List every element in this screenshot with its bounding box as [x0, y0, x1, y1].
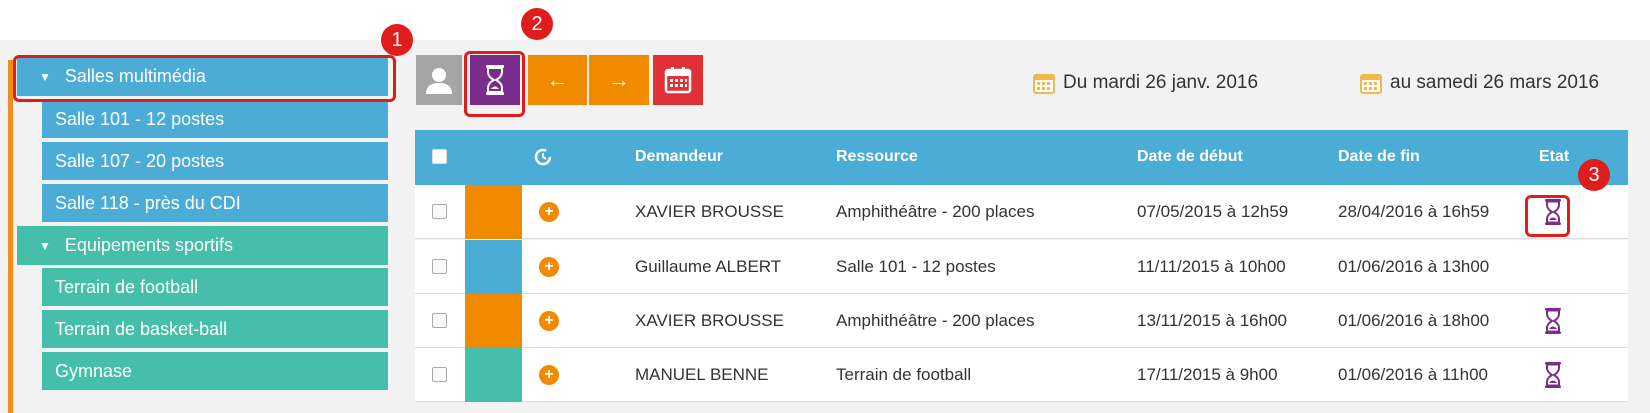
sidebar-item-salle-118[interactable]: Salle 118 - près du CDI	[42, 184, 388, 222]
sidebar-item-label: Salle 101 - 12 postes	[55, 108, 225, 129]
cell-date-debut: 13/11/2015 à 16h00	[1137, 311, 1287, 330]
cell-ressource: Amphithéâtre - 200 places	[836, 202, 1035, 221]
resource-color-swatch	[465, 240, 522, 294]
annotation-highlight-2	[464, 51, 525, 117]
resource-color-swatch	[465, 348, 522, 402]
history-icon	[534, 148, 552, 166]
column-header-ressource[interactable]: Ressource	[836, 148, 918, 166]
sidebar-item-terrain-basket[interactable]: Terrain de basket-ball	[42, 310, 388, 348]
sidebar-item-gymnase[interactable]: Gymnase	[42, 352, 388, 390]
sidebar-category-label: Equipements sportifs	[64, 235, 233, 255]
date-from-range[interactable]: Du mardi 26 janv. 2016	[1033, 72, 1258, 94]
date-to-label: au samedi 26 mars 2016	[1390, 72, 1600, 93]
arrow-right-icon: →	[608, 67, 630, 92]
expand-plus-icon[interactable]: +	[539, 365, 559, 385]
user-icon	[426, 68, 452, 94]
column-header-date-fin[interactable]: Date de fin	[1338, 148, 1420, 166]
cell-demandeur: XAVIER BROUSSE	[635, 202, 784, 221]
sidebar-item-label: Terrain de basket-ball	[55, 318, 228, 339]
table-row[interactable]: + XAVIER BROUSSE Amphithéâtre - 200 places…	[415, 185, 1628, 239]
select-all-checkbox[interactable]	[432, 149, 447, 164]
column-header-date-debut[interactable]: Date de début	[1137, 148, 1243, 166]
user-filter-button[interactable]	[416, 55, 462, 105]
cell-date-fin: 01/06/2016 à 18h00	[1338, 311, 1490, 330]
row-checkbox[interactable]	[432, 204, 447, 219]
expand-plus-icon[interactable]: +	[539, 311, 559, 331]
row-checkbox[interactable]	[432, 259, 447, 274]
pending-hourglass-icon[interactable]	[1543, 361, 1563, 394]
calendar-icon	[1033, 74, 1055, 94]
date-from-label: Du mardi 26 janv. 2016	[1063, 72, 1259, 93]
cell-ressource: Terrain de football	[836, 365, 972, 384]
cell-date-debut: 07/05/2015 à 12h59	[1137, 202, 1289, 221]
sidebar-item-label: Salle 107 - 20 postes	[55, 150, 225, 171]
expand-plus-icon[interactable]: +	[539, 202, 559, 222]
next-period-button[interactable]: →	[589, 55, 649, 105]
pending-hourglass-icon[interactable]	[1543, 307, 1563, 340]
cell-date-debut: 17/11/2015 à 9h00	[1137, 365, 1278, 384]
cell-ressource: Amphithéâtre - 200 places	[836, 311, 1035, 330]
annotation-highlight-1	[13, 55, 396, 102]
annotation-marker-2: 2	[521, 8, 553, 40]
cell-demandeur: Guillaume ALBERT	[635, 257, 782, 276]
arrow-left-icon: ←	[546, 67, 569, 92]
cell-date-fin: 01/06/2016 à 13h00	[1338, 257, 1490, 276]
sidebar-item-label: Salle 118 - près du CDI	[55, 192, 241, 213]
table-header: Demandeur Ressource Date de début Date d…	[415, 130, 1628, 185]
sidebar-item-salle-107[interactable]: Salle 107 - 20 postes	[42, 142, 388, 180]
row-checkbox[interactable]	[432, 313, 447, 328]
annotation-marker-3: 3	[1578, 159, 1610, 191]
annotation-marker-1: 1	[381, 24, 413, 56]
cell-date-fin: 01/06/2016 à 11h00	[1338, 365, 1488, 384]
column-header-etat[interactable]: Etat	[1539, 148, 1569, 166]
column-header-demandeur[interactable]: Demandeur	[635, 148, 723, 166]
table-row[interactable]: + MANUEL BENNE Terrain de football 17/11/20…	[415, 348, 1628, 402]
sidebar-item-label: Terrain de football	[55, 276, 199, 297]
sidebar-item-label: Gymnase	[55, 360, 133, 381]
cell-demandeur: MANUEL BENNE	[635, 365, 769, 384]
sidebar-category-equipements-sportifs[interactable]: ▼ Equipements sportifs	[17, 226, 388, 265]
expand-plus-icon[interactable]: +	[539, 257, 559, 277]
resource-color-swatch	[465, 185, 522, 239]
cell-date-debut: 11/11/2015 à 10h00	[1137, 257, 1286, 276]
cell-ressource: Salle 101 - 12 postes	[836, 257, 996, 276]
left-accent-bar	[8, 60, 13, 413]
table-row[interactable]: + XAVIER BROUSSE Amphithéâtre - 200 places…	[415, 294, 1628, 348]
table-row[interactable]: + Guillaume ALBERT Salle 101 - 12 postes 11…	[415, 240, 1628, 294]
cell-date-fin: 28/04/2016 à 16h59	[1338, 202, 1490, 221]
collapse-triangle-icon: ▼	[39, 238, 51, 253]
row-checkbox[interactable]	[432, 367, 447, 382]
calendar-icon	[664, 67, 692, 94]
cell-demandeur: XAVIER BROUSSE	[635, 311, 784, 330]
calendar-icon	[1360, 74, 1382, 94]
previous-period-button[interactable]: ←	[528, 55, 587, 105]
calendar-button[interactable]	[653, 55, 703, 105]
date-to-range[interactable]: au samedi 26 mars 2016	[1360, 72, 1599, 94]
sidebar-item-terrain-football[interactable]: Terrain de football	[42, 268, 388, 306]
annotation-highlight-3	[1525, 195, 1570, 237]
sidebar-item-salle-101[interactable]: Salle 101 - 12 postes	[42, 100, 388, 138]
resource-color-swatch	[465, 294, 522, 348]
